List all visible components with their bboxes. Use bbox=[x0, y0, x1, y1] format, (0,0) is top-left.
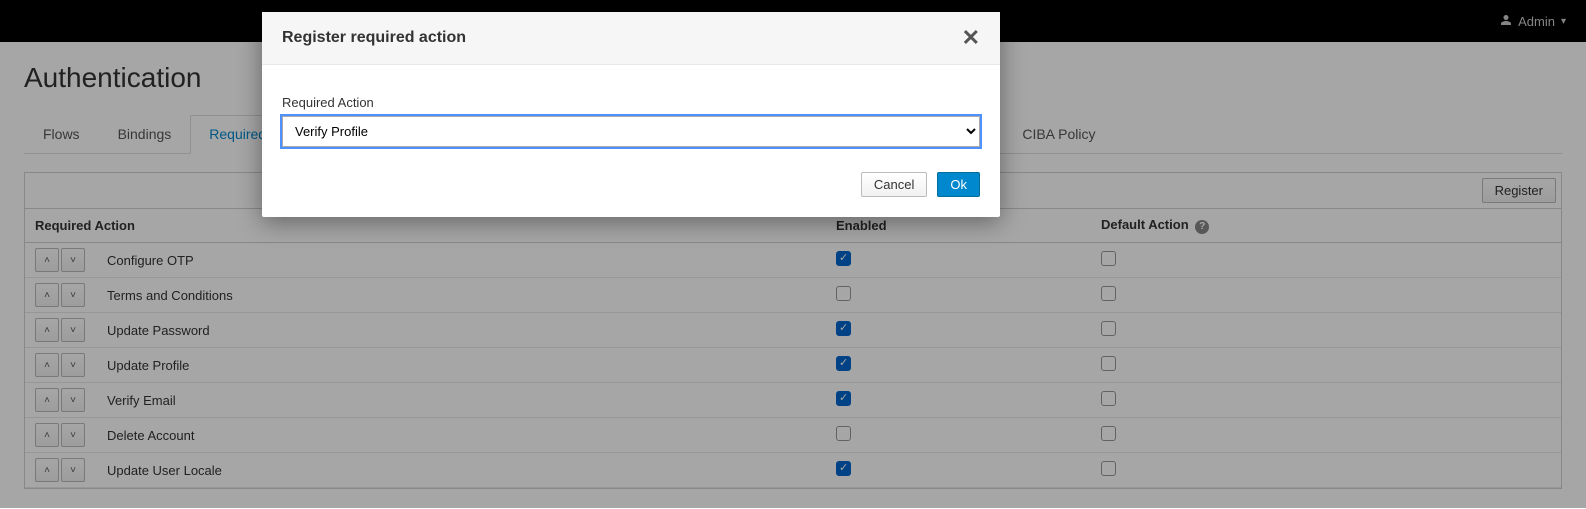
modal-footer: Cancel Ok bbox=[262, 157, 1000, 217]
register-required-action-modal: Register required action ✕ Required Acti… bbox=[262, 12, 1000, 217]
modal-header: Register required action ✕ bbox=[262, 12, 1000, 65]
cancel-button[interactable]: Cancel bbox=[861, 172, 927, 197]
required-action-select[interactable]: Verify Profile bbox=[282, 116, 980, 147]
ok-button[interactable]: Ok bbox=[937, 172, 980, 197]
modal-body: Required Action Verify Profile bbox=[262, 65, 1000, 157]
required-action-field-label: Required Action bbox=[282, 95, 980, 110]
close-icon[interactable]: ✕ bbox=[962, 27, 980, 49]
modal-title: Register required action bbox=[282, 29, 466, 47]
